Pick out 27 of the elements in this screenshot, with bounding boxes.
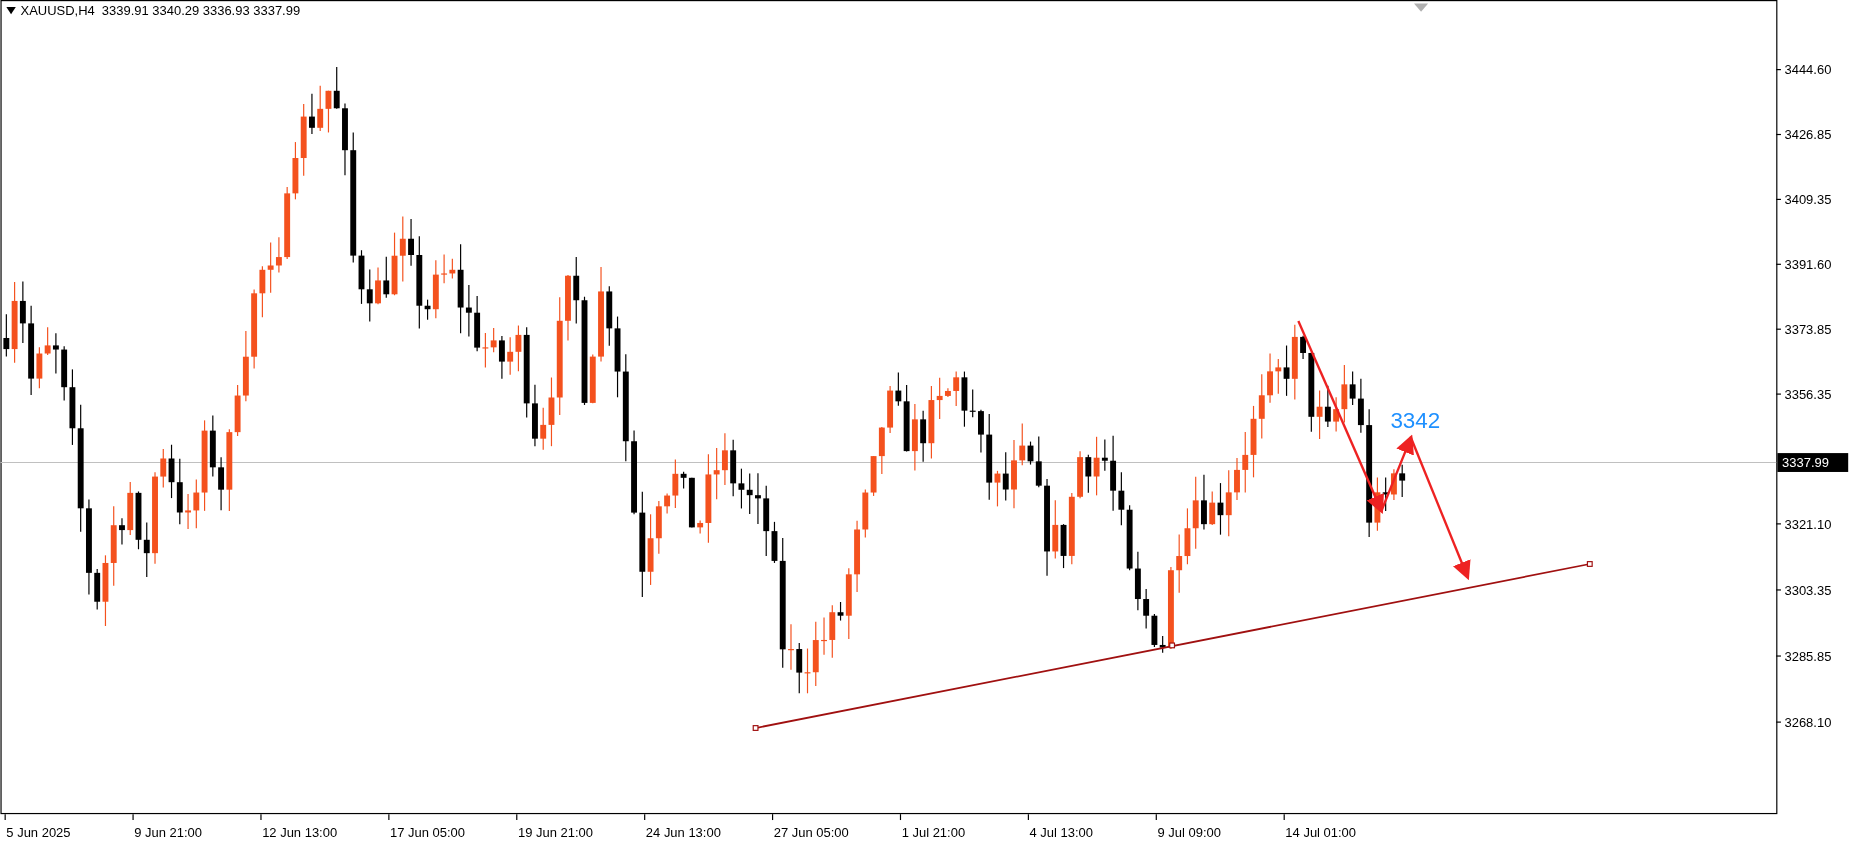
price-label: 3409.35 [1784, 192, 1832, 208]
price-label: 3426.85 [1784, 127, 1832, 143]
time-label: 14 Jul 01:00 [1285, 824, 1357, 840]
time-label: 9 Jun 21:00 [134, 824, 203, 840]
price-label: 3321.10 [1784, 516, 1832, 532]
time-label: 24 Jun 13:00 [645, 824, 721, 840]
chart-title: XAUUSD,H4 3339.91 3340.29 3336.93 3337.99 [20, 3, 301, 19]
price-label: 3303.35 [1784, 582, 1832, 598]
time-label: 12 Jun 13:00 [262, 824, 338, 840]
trend-line[interactable] [752, 561, 1593, 731]
time-label: 5 Jun 2025 [6, 824, 71, 840]
dropdown-triangle-icon[interactable] [6, 7, 16, 15]
time-label: 17 Jun 05:00 [390, 824, 466, 840]
price-label: 3391.60 [1784, 257, 1832, 272]
price-label: 3373.85 [1784, 321, 1832, 337]
price-label: 3356.35 [1784, 386, 1832, 402]
time-label: 19 Jun 21:00 [517, 824, 593, 840]
time-label: 9 Jul 09:00 [1157, 824, 1221, 840]
price-label: 3268.10 [1784, 714, 1832, 730]
price-label: 3285.85 [1784, 648, 1832, 664]
time-label: 4 Jul 13:00 [1029, 824, 1093, 840]
price-annotation: 3342 [1390, 408, 1441, 434]
time-label: 1 Jul 21:00 [901, 824, 966, 840]
shift-marker-icon[interactable] [1414, 3, 1429, 12]
price-label: 3444.60 [1784, 62, 1832, 78]
current-price-label: 3337.99 [1777, 453, 1849, 472]
time-label: 27 Jun 05:00 [773, 824, 849, 840]
